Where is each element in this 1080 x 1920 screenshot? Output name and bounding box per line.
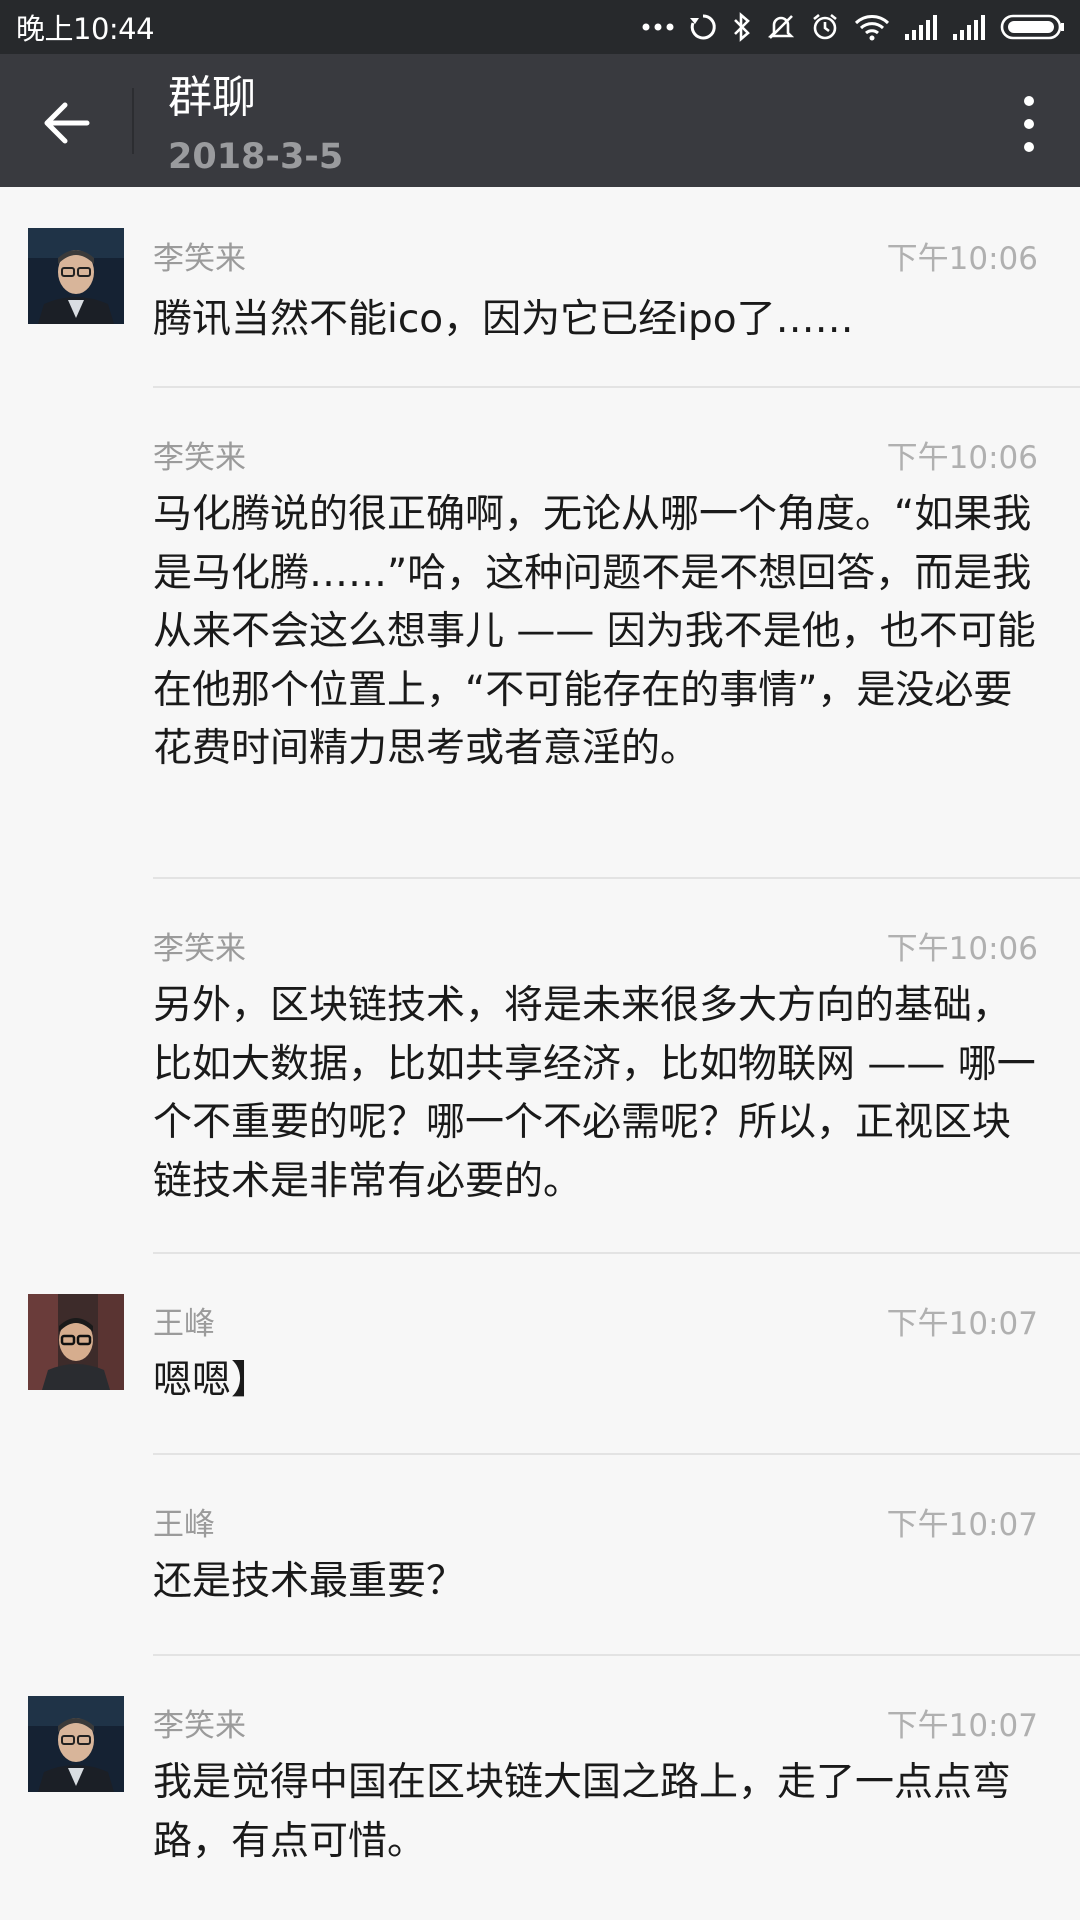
more-dot — [1024, 96, 1034, 106]
message-text: 我是觉得中国在区块链大国之路上，走了一点点弯路，有点可惜。 — [153, 1760, 1012, 1864]
sync-icon — [690, 14, 716, 40]
message-text: 还是技术最重要？ — [153, 1559, 466, 1604]
status-time: 晚上10:44 — [16, 12, 155, 46]
status-icons — [642, 12, 1066, 42]
message-item[interactable]: 王峰 下午10:07 还是技术最重要？ — [0, 1454, 1080, 1656]
message-time: 下午10:07 — [886, 1507, 1038, 1543]
avatar-photo-li-xiaolai — [28, 228, 124, 324]
mute-icon — [767, 15, 795, 39]
message-text: 马化腾说的很正确啊，无论从哪一个角度。“如果我是马化腾……”哈，这种问题不是不想… — [153, 492, 1036, 771]
sender-name: 李笑来 — [153, 440, 246, 476]
sender-name: 王峰 — [153, 1507, 215, 1543]
avatar-photo-wang-feng — [28, 1294, 124, 1390]
message-time: 下午10:06 — [886, 931, 1038, 967]
more-options-button[interactable] — [1004, 84, 1054, 164]
message-time: 下午10:06 — [886, 241, 1038, 277]
message-item[interactable]: 王峰 下午10:07 嗯嗯】 — [0, 1253, 1080, 1455]
header-divider — [132, 88, 134, 154]
message-item[interactable]: 李笑来 下午10:06 另外，区块链技术，将是未来很多大方向的基础，比如大数据，… — [0, 878, 1080, 1254]
app-bar: 群聊 2018-3-5 — [0, 54, 1080, 187]
message-text: 嗯嗯】 — [153, 1358, 271, 1403]
avatar[interactable] — [28, 228, 124, 324]
sender-name: 王峰 — [153, 1306, 215, 1342]
message-item[interactable]: 李笑来 下午10:06 腾讯当然不能ico，因为它已经ipo了…… — [0, 187, 1080, 388]
more-dot — [1024, 142, 1034, 152]
signal-icon — [905, 15, 937, 40]
alarm-icon — [813, 13, 837, 40]
back-arrow-icon — [44, 102, 90, 144]
signal-icon — [953, 15, 985, 40]
bluetooth-icon — [734, 12, 750, 42]
avatar-photo-li-xiaolai — [28, 1696, 124, 1792]
message-text: 腾讯当然不能ico，因为它已经ipo了…… — [153, 297, 854, 342]
title-block: 群聊 2018-3-5 — [168, 68, 343, 182]
avatar[interactable] — [28, 1294, 124, 1390]
message-time: 下午10:06 — [886, 440, 1038, 476]
status-bar: 晚上10:44 — [0, 0, 1080, 54]
message-item[interactable]: 李笑来 下午10:06 马化腾说的很正确啊，无论从哪一个角度。“如果我是马化腾…… — [0, 387, 1080, 879]
avatar[interactable] — [28, 1696, 124, 1792]
message-text: 另外，区块链技术，将是未来很多大方向的基础，比如大数据，比如共享经济，比如物联网… — [153, 983, 1036, 1204]
back-button[interactable] — [28, 84, 106, 162]
chat-title: 群聊 — [168, 72, 256, 123]
sender-name: 李笑来 — [153, 241, 246, 277]
sender-name: 李笑来 — [153, 931, 246, 967]
battery-icon — [1000, 14, 1064, 40]
message-item[interactable]: 李笑来 下午10:07 我是觉得中国在区块链大国之路上，走了一点点弯路，有点可惜… — [0, 1655, 1080, 1920]
message-list[interactable]: 李笑来 下午10:06 腾讯当然不能ico，因为它已经ipo了…… 李笑来 下午… — [0, 187, 1080, 1920]
message-time: 下午10:07 — [886, 1306, 1038, 1342]
wifi-icon — [854, 15, 890, 41]
more-dots-icon — [642, 23, 674, 31]
chat-date: 2018-3-5 — [168, 137, 344, 177]
more-dot — [1024, 119, 1034, 129]
message-time: 下午10:07 — [886, 1708, 1038, 1744]
sender-name: 李笑来 — [153, 1708, 246, 1744]
